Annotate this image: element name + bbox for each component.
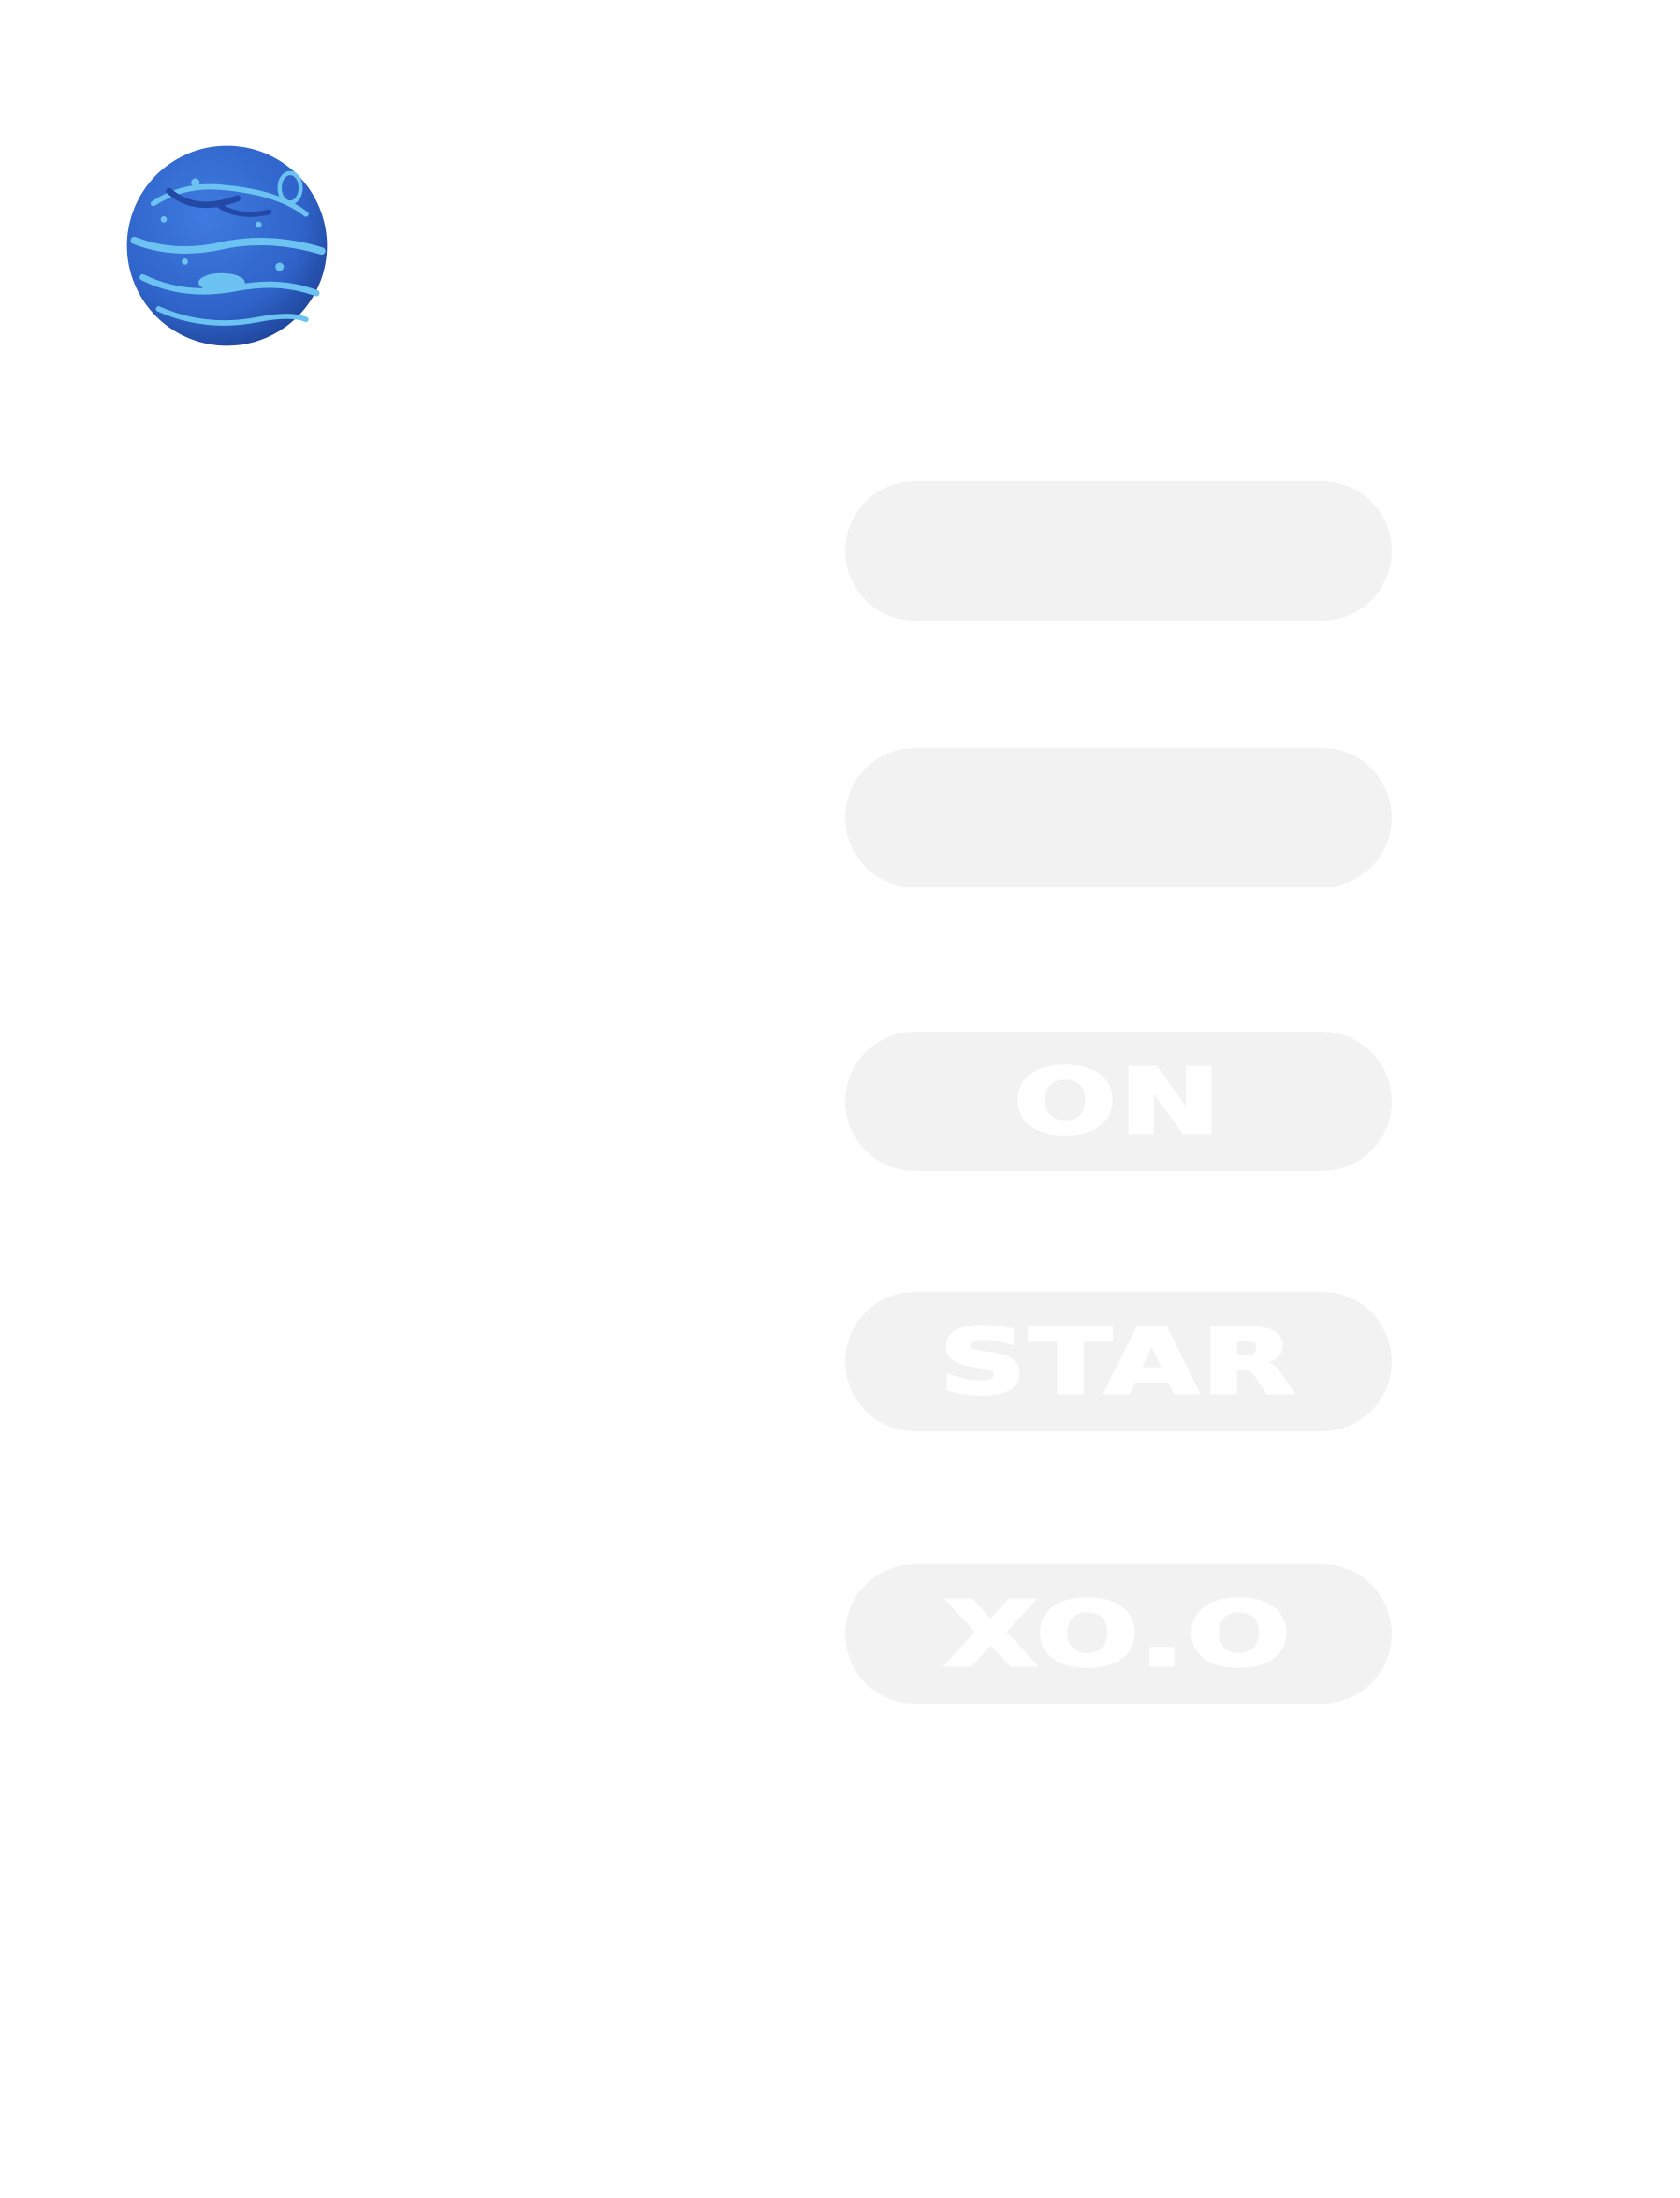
on-button-label: ON xyxy=(1012,1048,1224,1154)
star-button-label: STAR xyxy=(938,1309,1298,1414)
menu-button-2[interactable] xyxy=(845,748,1392,887)
menu-button-1[interactable] xyxy=(845,481,1392,621)
planet-icon xyxy=(126,145,328,346)
xo-button-label: XO.O xyxy=(942,1581,1293,1687)
xo-button[interactable]: XO.O xyxy=(845,1564,1392,1704)
star-button[interactable]: STAR xyxy=(845,1292,1392,1431)
on-button[interactable]: ON xyxy=(845,1032,1392,1171)
planet-logo xyxy=(122,140,332,351)
